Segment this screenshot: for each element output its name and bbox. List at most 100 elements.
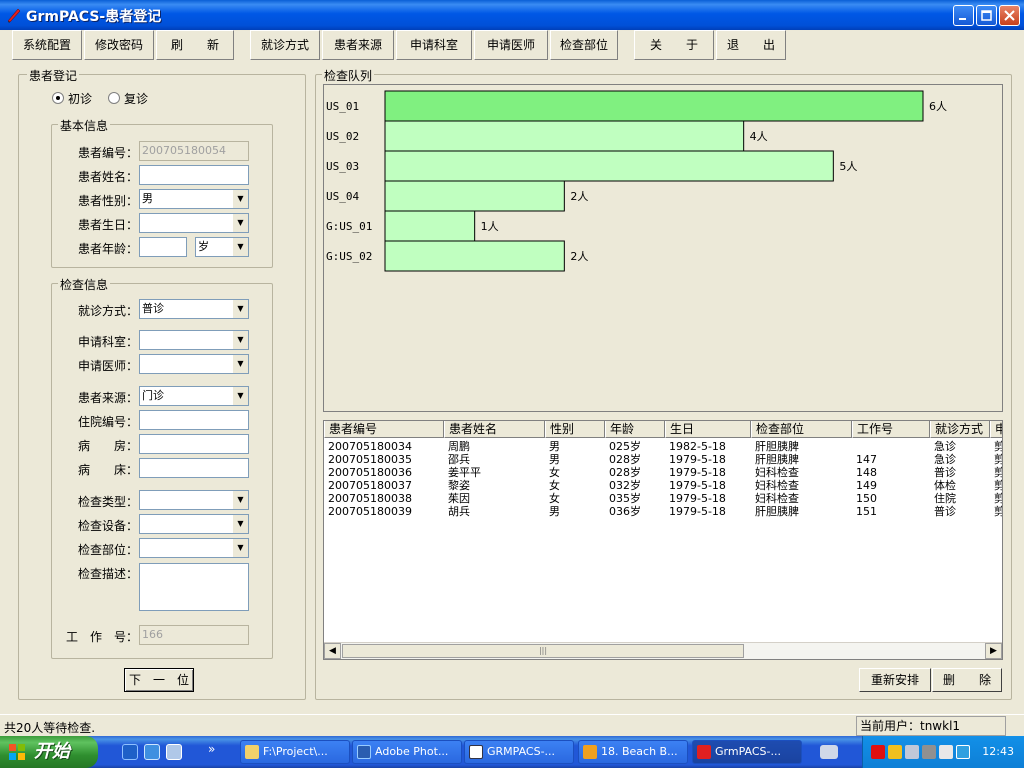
request-doctor-select[interactable]: ▼ — [139, 354, 249, 374]
patient-name-input[interactable] — [139, 165, 249, 185]
maximize-button[interactable] — [976, 5, 997, 26]
chevron-down-icon[interactable]: ▼ — [232, 539, 248, 557]
browser-icon[interactable] — [144, 744, 160, 760]
queue-bar[interactable] — [384, 210, 476, 242]
return-visit-radio[interactable] — [108, 92, 120, 104]
column-header[interactable]: 生日 — [665, 421, 751, 438]
queue-bar[interactable] — [384, 180, 565, 212]
birthday-label: 患者生日： — [77, 218, 138, 232]
exam-part-button[interactable]: 检查部位 — [550, 30, 618, 60]
column-header[interactable]: 申 — [990, 421, 1002, 438]
chevron-down-icon[interactable]: ▼ — [232, 331, 248, 349]
bed-label: 病 床： — [77, 463, 138, 477]
exam-type-select[interactable]: ▼ — [139, 490, 249, 510]
chevron-down-icon[interactable]: ▼ — [232, 387, 248, 405]
chevron-down-icon[interactable]: ▼ — [232, 190, 248, 208]
task-media[interactable]: 18. Beach B... — [578, 740, 688, 764]
table-cell: 剪 — [994, 505, 1002, 518]
keyboard-icon[interactable] — [820, 745, 838, 759]
request-doctor-button[interactable]: 申请医师 — [474, 30, 548, 60]
patient-source-button[interactable]: 患者来源 — [322, 30, 394, 60]
column-header[interactable]: 就诊方式 — [930, 421, 990, 438]
exit-button[interactable]: 退 出 — [716, 30, 786, 60]
antivirus-icon[interactable] — [871, 745, 885, 759]
chevron-down-icon[interactable]: ▼ — [232, 214, 248, 232]
bar-value-label: 5人 — [839, 160, 857, 173]
queue-bar[interactable] — [384, 120, 745, 152]
visit-type-select[interactable]: 普诊 ▼ — [139, 299, 249, 319]
next-patient-button[interactable]: 下 一 位 — [124, 668, 194, 692]
column-header[interactable]: 患者编号 — [324, 421, 444, 438]
shield-icon[interactable] — [956, 745, 970, 759]
inpatient-no-input[interactable] — [139, 410, 249, 430]
scroll-left-icon[interactable]: ◀ — [324, 643, 341, 659]
volume-icon[interactable] — [922, 745, 936, 759]
task-word[interactable]: GRMPACS-... — [464, 740, 574, 764]
table-row[interactable]: 200705180039 胡兵 男 036岁 1979-5-18 肝胆胰脾 151 普诊 剪 — [324, 505, 1002, 518]
quicklaunch-more-icon[interactable]: » — [208, 742, 215, 756]
age-input[interactable] — [139, 237, 187, 257]
request-dept-button[interactable]: 申请科室 — [396, 30, 472, 60]
task-grmpacs[interactable]: GrmPACS-... — [692, 740, 802, 764]
patient-source-select[interactable]: 门诊 ▼ — [139, 386, 249, 406]
column-header[interactable]: 工作号 — [852, 421, 930, 438]
delete-button[interactable]: 删 除 — [932, 668, 1002, 692]
task-photoshop[interactable]: Adobe Phot... — [352, 740, 462, 764]
chevron-down-icon[interactable]: ▼ — [232, 355, 248, 373]
birthday-picker[interactable]: ▼ — [139, 213, 249, 233]
change-password-button[interactable]: 修改密码 — [84, 30, 154, 60]
age-unit-select[interactable]: 岁 ▼ — [195, 237, 249, 257]
chevron-down-icon[interactable]: ▼ — [232, 238, 248, 256]
patient-table[interactable]: 患者编号患者姓名性别年龄生日检查部位工作号就诊方式申 200705180034 周… — [323, 420, 1003, 660]
rearrange-button[interactable]: 重新安排 — [859, 668, 931, 692]
gender-select[interactable]: 男 ▼ — [139, 189, 249, 209]
exam-desc-label: 检查描述： — [77, 567, 138, 581]
system-config-button[interactable]: 系统配置 — [12, 30, 82, 60]
table-row[interactable]: 200705180036 姜平平 女 028岁 1979-5-18 妇科检查 148 普诊 剪 — [324, 466, 1002, 479]
task-photoshop-label: Adobe Phot... — [375, 745, 449, 758]
close-button[interactable] — [999, 5, 1020, 26]
chevron-down-icon[interactable]: ▼ — [232, 300, 248, 318]
request-dept-select[interactable]: ▼ — [139, 330, 249, 350]
patient-id-label: 患者编号： — [77, 146, 138, 160]
column-header[interactable]: 年龄 — [605, 421, 665, 438]
ie-icon[interactable] — [122, 744, 138, 760]
chevron-down-icon[interactable]: ▼ — [232, 515, 248, 533]
word-doc-icon — [469, 745, 483, 759]
bed-input[interactable] — [139, 458, 249, 478]
media-icon[interactable] — [166, 744, 182, 760]
first-visit-label: 初诊 — [68, 92, 93, 106]
exam-device-select[interactable]: ▼ — [139, 514, 249, 534]
scroll-thumb[interactable]: ||| — [342, 644, 744, 658]
table-cell: 剪 — [994, 453, 1002, 466]
exam-desc-textarea[interactable] — [139, 563, 249, 611]
refresh-button[interactable]: 刷 新 — [156, 30, 234, 60]
table-cell: 1979-5-18 — [669, 466, 726, 479]
first-visit-radio[interactable] — [52, 92, 64, 104]
lock-icon[interactable] — [888, 745, 902, 759]
table-row[interactable]: 200705180038 茱因 女 035岁 1979-5-18 妇科检查 150 住院 剪 — [324, 492, 1002, 505]
ward-input[interactable] — [139, 434, 249, 454]
column-header[interactable]: 检查部位 — [751, 421, 852, 438]
scroll-right-icon[interactable]: ▶ — [985, 643, 1002, 659]
table-row[interactable]: 200705180037 黎姿 女 032岁 1979-5-18 妇科检查 149 体检 剪 — [324, 479, 1002, 492]
column-header[interactable]: 性别 — [545, 421, 605, 438]
queue-bar[interactable] — [384, 150, 834, 182]
start-button[interactable]: 开始 — [0, 736, 98, 768]
minimize-button[interactable] — [953, 5, 974, 26]
task-explorer[interactable]: F:\Project\... — [240, 740, 350, 764]
chevron-down-icon[interactable]: ▼ — [232, 491, 248, 509]
table-row[interactable]: 200705180035 邵兵 男 028岁 1979-5-18 肝胆胰脾 147 急诊 剪 — [324, 453, 1002, 466]
visit-type-button[interactable]: 就诊方式 — [250, 30, 320, 60]
queue-bar[interactable] — [384, 90, 924, 122]
network-icon[interactable] — [905, 745, 919, 759]
horizontal-scrollbar[interactable]: ◀ ||| ▶ — [324, 642, 1002, 659]
table-cell: 妇科检查 — [755, 466, 799, 479]
column-header[interactable]: 患者姓名 — [444, 421, 545, 438]
queue-bar[interactable] — [384, 240, 565, 272]
exam-part-select[interactable]: ▼ — [139, 538, 249, 558]
table-row[interactable]: 200705180034 周鹏 男 025岁 1982-5-18 肝胆胰脾 急诊 剪 — [324, 440, 1002, 453]
table-cell: 035岁 — [609, 492, 641, 505]
ime-icon[interactable] — [939, 745, 953, 759]
about-button[interactable]: 关 于 — [634, 30, 714, 60]
